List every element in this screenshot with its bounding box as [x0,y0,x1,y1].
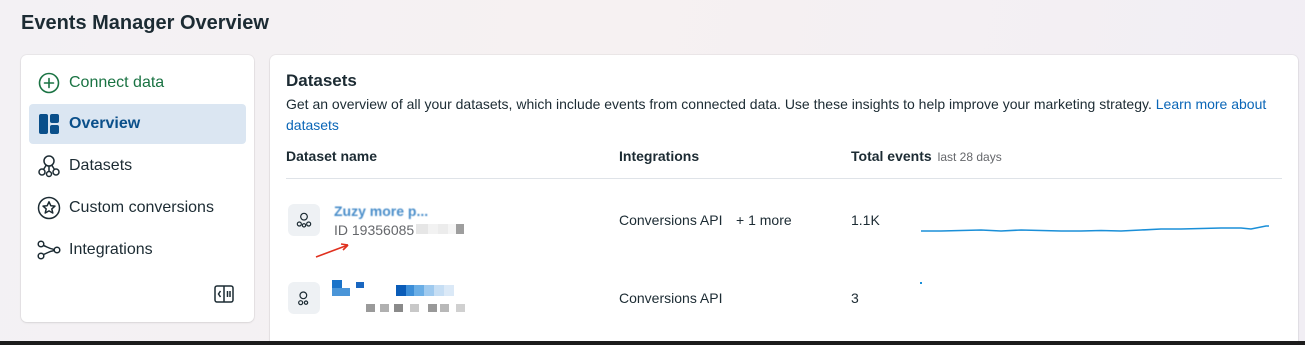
column-header-dataset-name[interactable]: Dataset name [286,148,377,164]
dataset-name-link[interactable]: Zuzy more p... [334,203,428,219]
sidebar-item-label: Custom conversions [69,199,214,216]
column-header-total-events[interactable]: Total events last 28 days [851,148,1002,164]
events-sparkline [920,282,922,284]
sidebar-item-overview[interactable]: Overview [29,104,246,144]
sidebar: Connect data Overview Datasets Custom co… [21,55,254,322]
section-title: Datasets [286,71,357,90]
redacted-dataset-name [332,280,472,314]
integrations-icon [37,238,61,262]
bottom-edge-bar [0,341,1305,345]
dataset-id: ID 19356085 [334,222,415,238]
sidebar-item-label: Overview [69,115,141,132]
sidebar-item-label: Datasets [69,157,133,174]
dataset-icon [288,282,320,314]
total-events-cell: 3 [851,290,859,306]
star-circle-icon [37,196,61,220]
collapse-sidebar-icon [214,284,234,308]
datasets-icon [37,154,61,178]
collapse-sidebar-button[interactable] [213,284,235,308]
total-events-label: Total events [851,148,932,164]
column-header-integrations[interactable]: Integrations [619,148,699,164]
sidebar-item-label: Connect data [69,74,165,91]
sidebar-item-connect-data[interactable]: Connect data [29,63,246,103]
header-divider [286,178,1282,179]
description-text: Get an overview of all your datasets, wh… [286,96,1152,112]
sidebar-item-custom-conversions[interactable]: Custom conversions [29,188,246,228]
datasets-panel: Datasets Get an overview of all your dat… [270,55,1298,345]
sidebar-item-datasets[interactable]: Datasets [29,146,246,186]
plus-circle-icon [37,71,61,95]
dataset-icon [288,204,320,236]
page-title: Events Manager Overview [21,12,269,34]
sidebar-item-integrations[interactable]: Integrations [29,230,246,270]
sidebar-item-label: Integrations [69,241,153,258]
total-events-sublabel: last 28 days [937,150,1002,164]
integration-cell: Conversions API [619,290,723,306]
section-description: Get an overview of all your datasets, wh… [286,94,1276,136]
more-integrations-link[interactable]: + 1 more [736,212,792,228]
integration-cell: Conversions API [619,212,723,228]
total-events-cell: 1.1K [851,212,880,228]
events-sparkline [921,225,1269,232]
overview-grid-icon [37,112,61,136]
redacted-block [416,222,468,236]
